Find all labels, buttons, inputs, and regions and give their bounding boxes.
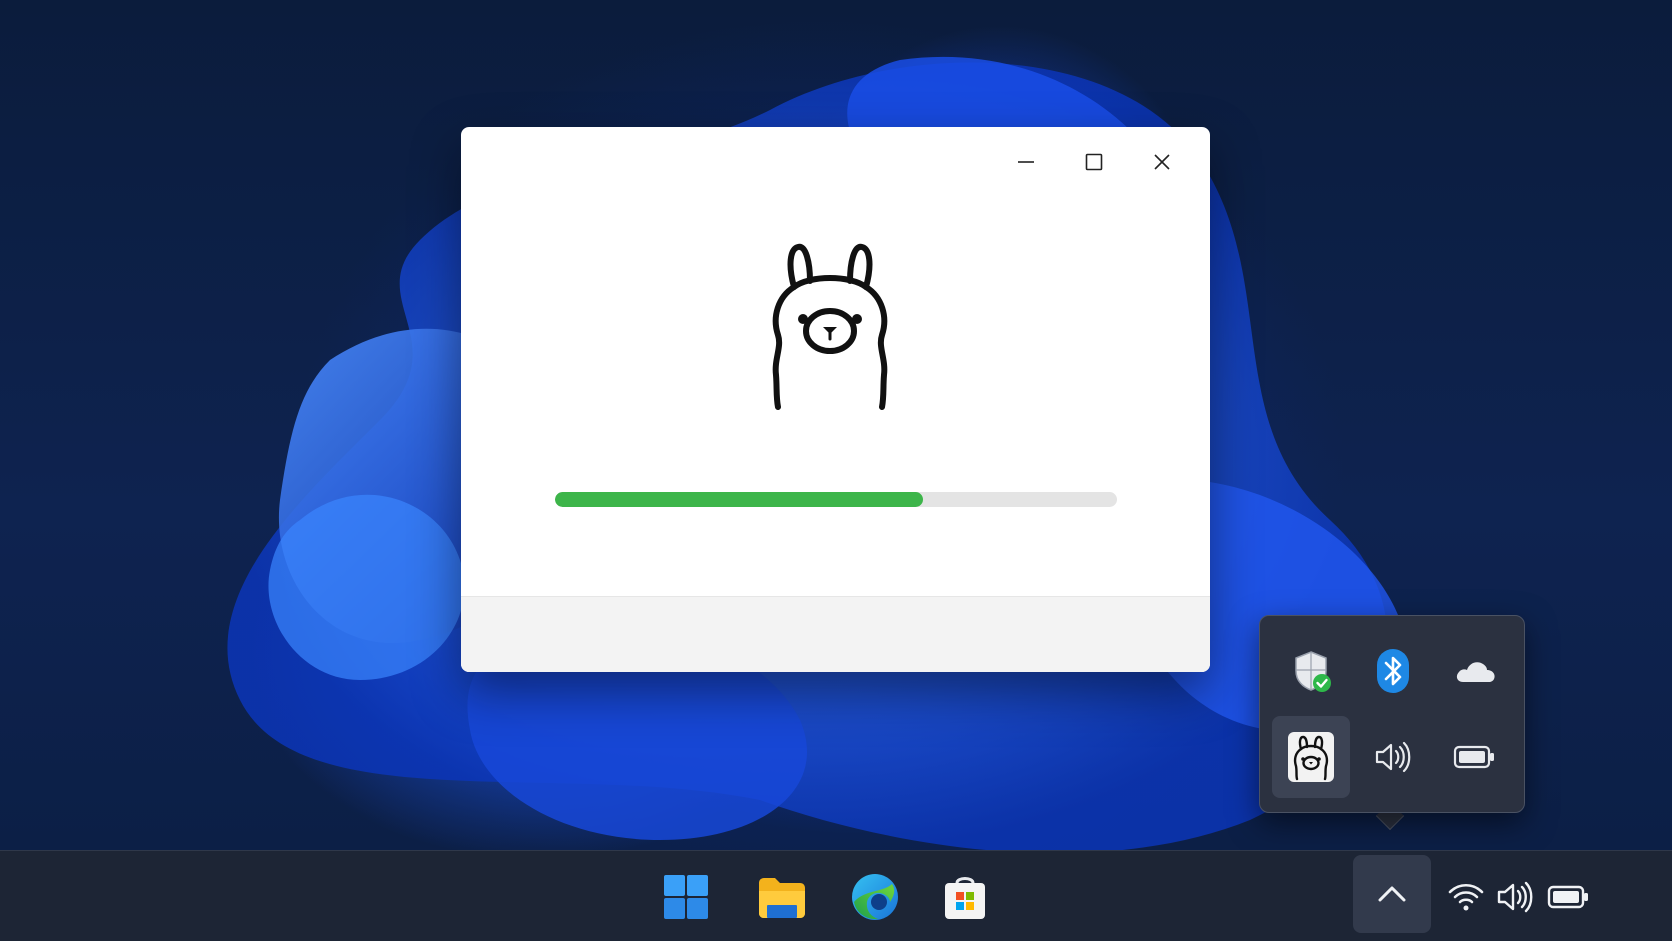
show-hidden-icons-button[interactable]	[1353, 855, 1431, 933]
close-button[interactable]	[1128, 145, 1196, 179]
progress-bar	[555, 492, 1117, 507]
wifi-button[interactable]	[1442, 873, 1490, 921]
file-explorer-icon	[759, 878, 805, 918]
tray-item-volume[interactable]	[1354, 716, 1432, 798]
edge-button[interactable]	[845, 867, 905, 927]
ollama-installer-window	[461, 127, 1210, 672]
window-controls	[992, 145, 1196, 179]
windows-security-icon	[1295, 651, 1331, 692]
volume-icon	[1375, 741, 1411, 773]
close-icon	[1154, 154, 1170, 170]
maximize-button[interactable]	[1060, 145, 1128, 179]
edge-icon	[852, 874, 898, 920]
microsoft-store-icon	[945, 877, 985, 919]
ollama-tray-icon	[1288, 732, 1334, 782]
chevron-up-icon	[1378, 886, 1406, 902]
volume-icon	[1497, 881, 1533, 913]
window-footer	[461, 596, 1210, 672]
minimize-icon	[1018, 161, 1034, 163]
start-icon	[664, 875, 708, 919]
tray-item-bluetooth[interactable]	[1354, 630, 1432, 712]
minimize-button[interactable]	[992, 145, 1060, 179]
tray-overflow-flyout	[1259, 615, 1525, 813]
taskbar-volume-button[interactable]	[1492, 873, 1540, 921]
llama-logo	[772, 243, 888, 410]
onedrive-icon	[1456, 662, 1495, 682]
start-button[interactable]	[656, 867, 716, 927]
wifi-icon	[1448, 883, 1484, 911]
progress-fill	[555, 492, 924, 507]
bluetooth-icon	[1377, 649, 1409, 693]
file-explorer-button[interactable]	[752, 867, 812, 927]
tray-item-battery[interactable]	[1436, 716, 1514, 798]
maximize-icon	[1085, 153, 1103, 171]
tray-item-ollama[interactable]	[1272, 716, 1350, 798]
taskbar	[0, 850, 1672, 941]
tray-item-onedrive[interactable]	[1436, 630, 1514, 712]
microsoft-store-button[interactable]	[935, 867, 995, 927]
battery-icon	[1453, 745, 1494, 769]
taskbar-battery-button[interactable]	[1545, 873, 1593, 921]
tray-item-windows-security[interactable]	[1272, 630, 1350, 712]
battery-icon	[1547, 885, 1588, 909]
